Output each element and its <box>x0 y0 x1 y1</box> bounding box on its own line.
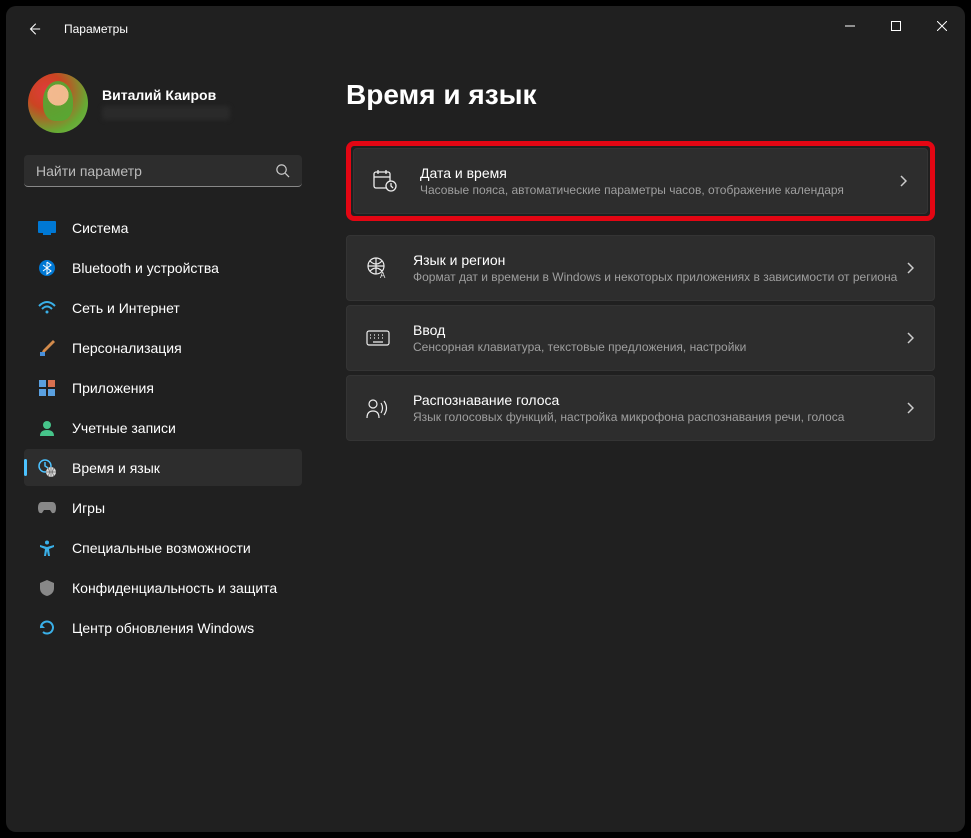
titlebar: Параметры <box>6 6 965 51</box>
update-icon <box>38 619 56 637</box>
sidebar-item-privacy[interactable]: Конфиденциальность и защита <box>24 569 302 606</box>
sidebar-item-gaming[interactable]: Игры <box>24 489 302 526</box>
sidebar-item-label: Центр обновления Windows <box>72 620 254 636</box>
sidebar-item-network[interactable]: Сеть и Интернет <box>24 289 302 326</box>
sidebar-item-label: Учетные записи <box>72 420 176 436</box>
window-title: Параметры <box>64 22 128 36</box>
maximize-button[interactable] <box>873 6 919 46</box>
card-wrapper: Ввод Сенсорная клавиатура, текстовые пре… <box>346 305 935 371</box>
card-desc: Формат дат и времени в Windows и некотор… <box>413 270 906 284</box>
sidebar-item-time-language[interactable]: Время и язык <box>24 449 302 486</box>
sidebar-item-personalization[interactable]: Персонализация <box>24 329 302 366</box>
accessibility-icon <box>38 539 56 557</box>
chevron-right-icon <box>906 262 914 274</box>
card-language-region[interactable]: A Язык и регион Формат дат и времени в W… <box>346 235 935 301</box>
sidebar-item-label: Игры <box>72 500 105 516</box>
svg-text:A: A <box>380 271 386 279</box>
back-button[interactable] <box>26 21 42 37</box>
card-desc: Язык голосовых функций, настройка микроф… <box>413 410 906 424</box>
sidebar-item-accounts[interactable]: Учетные записи <box>24 409 302 446</box>
card-input[interactable]: Ввод Сенсорная клавиатура, текстовые пре… <box>346 305 935 371</box>
cards-list: Дата и время Часовые пояса, автоматическ… <box>346 141 935 441</box>
sidebar-item-accessibility[interactable]: Специальные возможности <box>24 529 302 566</box>
sidebar-item-label: Приложения <box>72 380 154 396</box>
gamepad-icon <box>38 499 56 517</box>
chevron-right-icon <box>906 402 914 414</box>
clock-globe-icon <box>38 459 56 477</box>
bluetooth-icon <box>38 259 56 277</box>
chevron-right-icon <box>906 332 914 344</box>
minimize-button[interactable] <box>827 6 873 46</box>
person-icon <box>38 419 56 437</box>
search-box <box>24 155 308 187</box>
system-icon <box>38 219 56 237</box>
wifi-icon <box>38 299 56 317</box>
sidebar-item-label: Сеть и Интернет <box>72 300 180 316</box>
sidebar-item-label: Система <box>72 220 128 236</box>
sidebar-item-update[interactable]: Центр обновления Windows <box>24 609 302 646</box>
chevron-right-icon <box>899 175 907 187</box>
sidebar-item-label: Персонализация <box>72 340 182 356</box>
search-icon <box>275 163 290 178</box>
sidebar-item-apps[interactable]: Приложения <box>24 369 302 406</box>
avatar <box>28 73 88 133</box>
shield-icon <box>38 579 56 597</box>
sidebar-item-label: Специальные возможности <box>72 540 251 556</box>
card-desc: Часовые пояса, автоматические параметры … <box>420 183 899 197</box>
sidebar-item-bluetooth[interactable]: Bluetooth и устройства <box>24 249 302 286</box>
sidebar: Виталий Каиров Система <box>6 51 316 832</box>
page-title: Время и язык <box>346 79 935 111</box>
sidebar-item-label: Конфиденциальность и защита <box>72 580 277 596</box>
main-content: Время и язык Дата и время Часовые пояса, <box>316 51 965 832</box>
search-input[interactable] <box>24 155 302 187</box>
profile-email <box>102 106 230 120</box>
highlight-frame: Дата и время Часовые пояса, автоматическ… <box>346 141 935 221</box>
brush-icon <box>38 339 56 357</box>
card-date-time[interactable]: Дата и время Часовые пояса, автоматическ… <box>353 148 928 214</box>
globe-text-icon: A <box>365 256 391 280</box>
sidebar-item-label: Время и язык <box>72 460 160 476</box>
profile-block[interactable]: Виталий Каиров <box>24 73 308 133</box>
settings-window: Параметры Виталий Каиров <box>6 6 965 832</box>
apps-icon <box>38 379 56 397</box>
card-desc: Сенсорная клавиатура, текстовые предложе… <box>413 340 906 354</box>
card-title: Ввод <box>413 322 906 338</box>
card-wrapper: A Язык и регион Формат дат и времени в W… <box>346 235 935 301</box>
keyboard-icon <box>365 326 391 350</box>
window-controls <box>827 6 965 46</box>
card-speech[interactable]: Распознавание голоса Язык голосовых функ… <box>346 375 935 441</box>
speech-icon <box>365 396 391 420</box>
card-title: Язык и регион <box>413 252 906 268</box>
nav-list: Система Bluetooth и устройства Сеть и Ин… <box>24 209 308 646</box>
close-button[interactable] <box>919 6 965 46</box>
profile-name: Виталий Каиров <box>102 87 230 103</box>
sidebar-item-label: Bluetooth и устройства <box>72 260 219 276</box>
calendar-clock-icon <box>372 169 398 193</box>
sidebar-item-system[interactable]: Система <box>24 209 302 246</box>
card-wrapper: Распознавание голоса Язык голосовых функ… <box>346 375 935 441</box>
card-title: Распознавание голоса <box>413 392 906 408</box>
card-title: Дата и время <box>420 165 899 181</box>
